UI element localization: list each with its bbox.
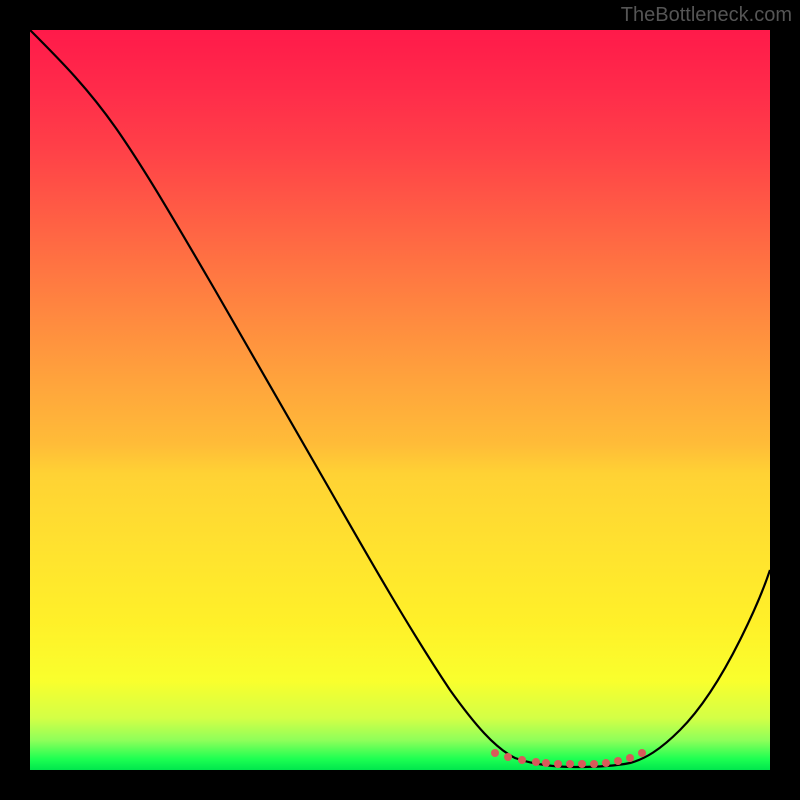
bottleneck-curve-line	[30, 30, 770, 767]
watermark-text: TheBottleneck.com	[621, 4, 792, 27]
chart-plot-area	[30, 30, 770, 770]
chart-svg	[30, 30, 770, 770]
